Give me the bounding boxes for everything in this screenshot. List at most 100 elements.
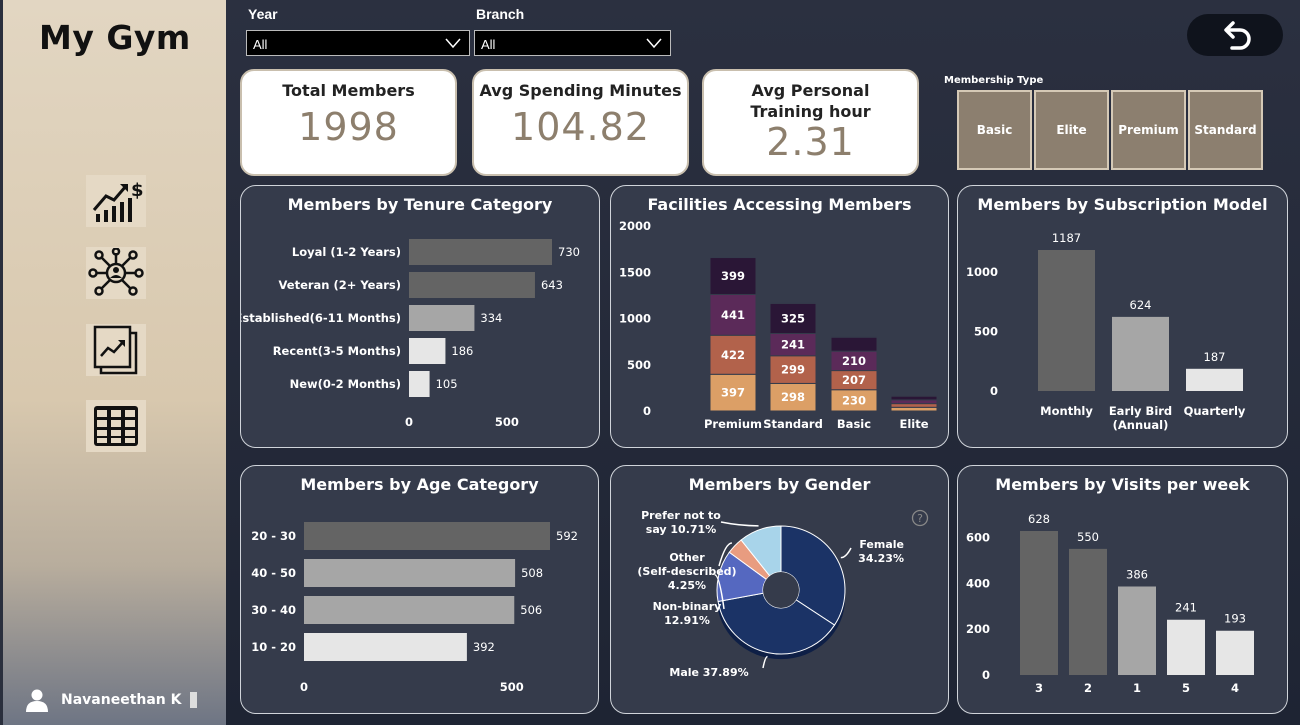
stacked-segment — [890, 395, 938, 401]
membership-type-basic[interactable]: Basic — [957, 90, 1032, 170]
dashboard-main: Year All Branch All Total Members 1998 A… — [226, 0, 1300, 725]
svg-text:?: ? — [917, 512, 923, 525]
membership-type-premium[interactable]: Premium — [1111, 90, 1186, 170]
data-label: 550 — [1077, 530, 1099, 544]
data-label: 422 — [721, 348, 745, 362]
category-label: 30 - 40 — [251, 603, 296, 617]
y-tick-label: 2000 — [619, 219, 651, 233]
trend-pages-icon[interactable] — [86, 324, 146, 376]
data-label: 624 — [1130, 298, 1152, 312]
y-tick-label: 1000 — [966, 265, 998, 279]
text-cursor — [189, 692, 197, 708]
kpi-label: Avg Personal Training hour — [750, 81, 871, 121]
category-label: 20 - 30 — [251, 529, 296, 543]
network-people-icon[interactable] — [86, 247, 146, 299]
user-profile[interactable]: Navaneethan K — [25, 688, 197, 712]
bar — [304, 633, 467, 661]
category-label: 4 — [1231, 681, 1239, 695]
bar — [1038, 250, 1095, 391]
category-label: 1 — [1133, 681, 1141, 695]
y-tick-label: 1500 — [619, 265, 651, 279]
category-label: 40 - 50 — [251, 566, 296, 580]
data-label: 399 — [721, 269, 745, 283]
user-name: Navaneethan K — [61, 692, 182, 708]
y-tick-label: 0 — [990, 384, 998, 398]
subscription-chart: 0 500 1000 1187 Monthly 624 Early Bird(Annual)… — [966, 231, 1246, 432]
category-label: 3 — [1035, 681, 1043, 695]
stacked-segment — [830, 336, 878, 352]
table-grid-icon[interactable] — [86, 400, 146, 452]
slice-label: Male 37.89% — [669, 666, 748, 679]
data-label: 1187 — [1052, 231, 1081, 245]
data-label: 207 — [842, 373, 866, 387]
category-label: Veteran (2+ Years) — [279, 278, 402, 292]
x-tick-label: 0 — [405, 415, 413, 429]
gender-chart: Female 34.23%Male 37.89%Non-binary 12.91%O… — [637, 509, 904, 679]
data-label: 397 — [721, 386, 745, 400]
category-label: 10 - 20 — [251, 640, 296, 654]
slice-label: Prefer not to say 10.71% — [641, 509, 721, 536]
user-icon — [26, 689, 48, 712]
year-filter-dropdown[interactable]: All — [246, 30, 470, 56]
growth-chart-dollar-icon[interactable]: $ — [86, 175, 146, 227]
leader-line — [720, 521, 759, 527]
year-filter-label: Year — [248, 6, 278, 22]
bar — [1118, 586, 1156, 675]
card-subscription: Members by Subscription Model 0 500 1000 11… — [957, 185, 1288, 448]
bar — [409, 239, 552, 265]
x-tick-label: 500 — [495, 415, 519, 429]
branch-filter-dropdown[interactable]: All — [474, 30, 671, 56]
membership-type-title: Membership Type — [944, 75, 1044, 86]
card-age: Members by Age Category 20 - 30 592 40 - 5… — [240, 465, 599, 714]
data-label: 334 — [480, 311, 502, 325]
data-label: 187 — [1204, 350, 1226, 364]
membership-type-standard[interactable]: Standard — [1188, 90, 1263, 170]
data-label: 592 — [556, 529, 578, 543]
leader-line — [762, 655, 768, 669]
kpi-value: 1998 — [298, 105, 399, 149]
kpi-label: Avg Spending Minutes — [479, 81, 682, 100]
bar — [1216, 630, 1254, 675]
bar — [1069, 548, 1107, 675]
category-label: New(0-2 Months) — [290, 377, 401, 391]
category-label: (Annual) — [1113, 418, 1169, 432]
data-label: 241 — [1175, 601, 1197, 615]
bar — [409, 305, 475, 331]
card-facilities: Facilities Accessing Members 0 500 1000 150… — [610, 185, 949, 448]
category-label: Established(6-11 Months) — [241, 311, 401, 325]
bar — [1020, 531, 1058, 675]
stacked-segment — [890, 399, 938, 405]
kpi-avg-spending-minutes: Avg Spending Minutes 104.82 — [472, 69, 689, 176]
app-title: My Gym — [39, 18, 191, 57]
y-tick-label: 500 — [974, 325, 998, 339]
category-label: Recent(3-5 Months) — [273, 344, 401, 358]
data-label: 210 — [842, 354, 866, 368]
branch-filter-label: Branch — [476, 6, 525, 22]
svg-text:$: $ — [131, 180, 144, 201]
bar — [1186, 368, 1243, 391]
kpi-value: 104.82 — [511, 105, 650, 149]
tenure-chart: Loyal (1-2 Years) 730 Veteran (2+ Years) 64… — [241, 239, 580, 429]
help-icon[interactable]: ? — [911, 509, 929, 527]
data-label: 392 — [473, 640, 495, 654]
y-tick-label: 1000 — [619, 312, 651, 326]
data-label: 299 — [781, 363, 805, 377]
back-button[interactable] — [1187, 14, 1283, 56]
visits-chart: 0 200 400 600 628 3 550 2 386 1 241 5 193 4 — [966, 512, 1254, 695]
sidebar: My Gym $ Navaneethan K — [0, 0, 226, 725]
kpi-label: Total Members — [282, 81, 415, 100]
data-label: 506 — [520, 603, 542, 617]
membership-type-elite[interactable]: Elite — [1034, 90, 1109, 170]
back-arrow-icon — [1224, 21, 1251, 50]
data-label: 186 — [451, 344, 473, 358]
bar — [409, 272, 535, 298]
age-chart: 20 - 30 592 40 - 50 508 30 - 40 506 10 - 20 392… — [251, 522, 578, 694]
data-label: 230 — [842, 393, 866, 407]
category-label: Elite — [899, 417, 928, 431]
slice-label: Female 34.23% — [858, 538, 904, 565]
data-label: 386 — [1126, 567, 1148, 581]
category-label: Quarterly — [1184, 404, 1246, 418]
x-tick-label: 500 — [500, 680, 524, 694]
y-tick-label: 0 — [643, 404, 651, 418]
bar — [304, 596, 515, 624]
